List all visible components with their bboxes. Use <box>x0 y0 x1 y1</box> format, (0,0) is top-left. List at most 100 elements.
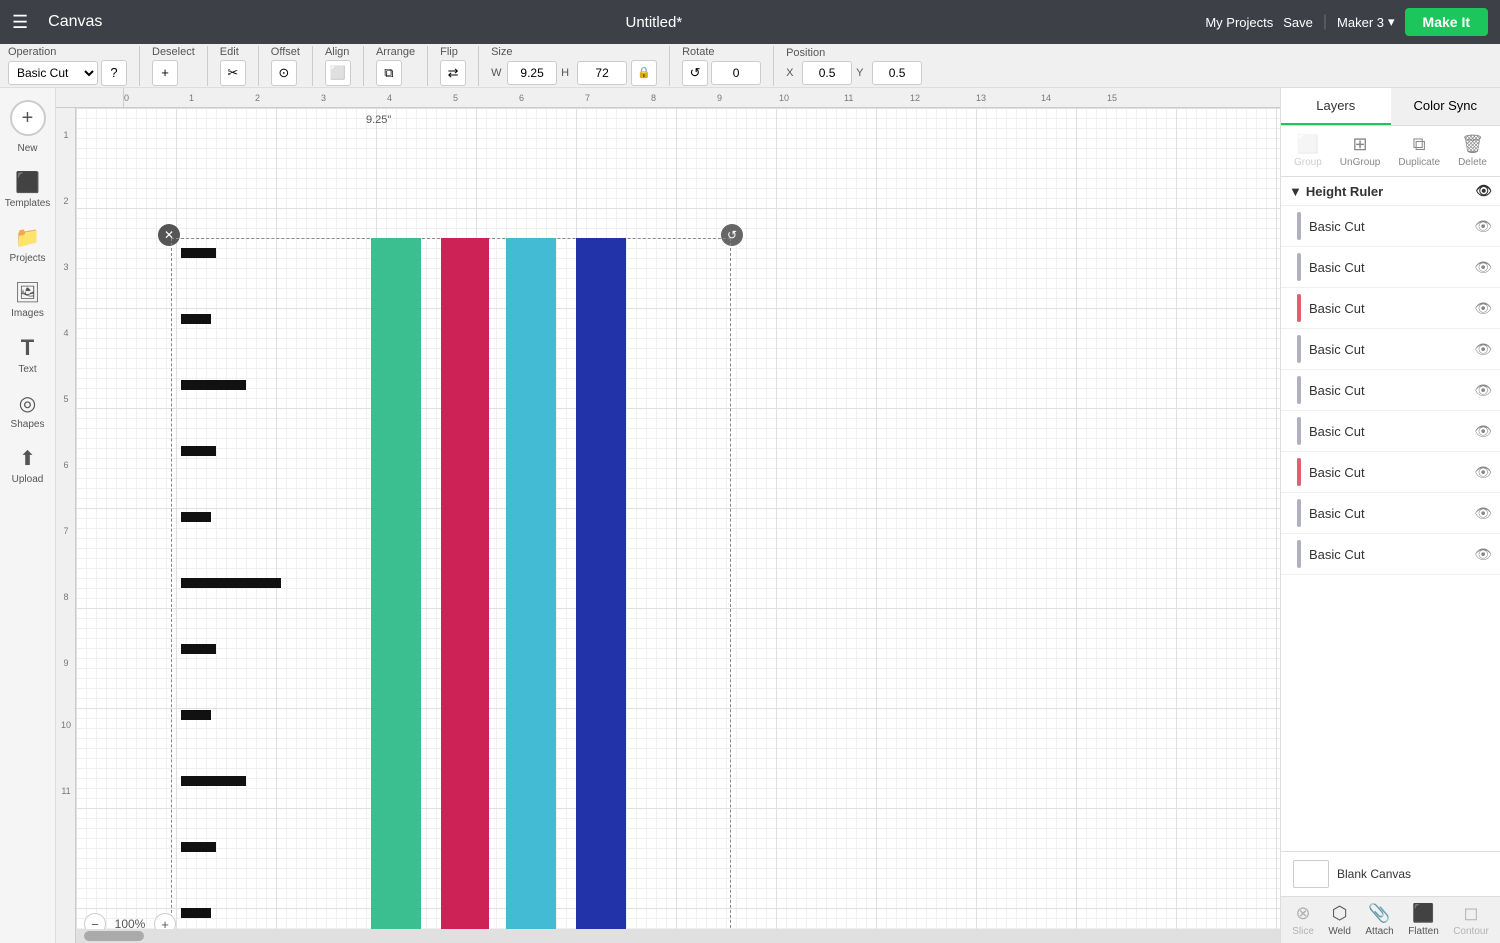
delete-action[interactable]: 🗑 Delete <box>1458 134 1487 168</box>
offset-button[interactable]: ⊙ <box>271 60 297 86</box>
operation-select[interactable]: Basic Cut <box>8 61 98 85</box>
svg-text:13: 13 <box>976 93 986 103</box>
bottom-tools: ⊗ Slice ⬡ Weld 📎 Attach ⬛ Flatten ◻ C <box>1281 896 1500 943</box>
tab-layers[interactable]: Layers <box>1281 88 1391 125</box>
sidebar-item-shapes[interactable]: ◎ Shapes <box>0 383 55 438</box>
layer-eye-7[interactable]: 👁 <box>1474 505 1492 522</box>
layer-item-1[interactable]: Basic Cut 👁 <box>1281 247 1500 288</box>
cyan-bar <box>506 238 556 943</box>
app-title: Canvas <box>48 13 102 31</box>
position-group: Position X Y <box>786 47 934 85</box>
layer-item-3[interactable]: Basic Cut 👁 <box>1281 329 1500 370</box>
operation-help-button[interactable]: ? <box>101 60 127 86</box>
attach-icon: 📎 <box>1368 903 1390 924</box>
duplicate-icon: ⧉ <box>1413 134 1426 155</box>
ruler-tick-10 <box>181 842 216 852</box>
align-label: Align <box>325 46 351 58</box>
layers-content: ▼ Height Ruler 👁 Basic Cut 👁 Basic Cut 👁… <box>1281 177 1500 851</box>
layer-name-5: Basic Cut <box>1309 424 1474 439</box>
sidebar-item-templates[interactable]: ⬛ Templates <box>0 162 55 217</box>
svg-text:1: 1 <box>63 130 68 140</box>
sidebar-item-text[interactable]: T Text <box>0 327 55 383</box>
flip-button[interactable]: ⇄ <box>440 60 466 86</box>
layer-color-7 <box>1297 499 1301 527</box>
lock-aspect-button[interactable]: 🔒 <box>631 60 657 86</box>
close-selection-button[interactable]: ✕ <box>158 224 180 246</box>
layer-item-5[interactable]: Basic Cut 👁 <box>1281 411 1500 452</box>
layer-eye-4[interactable]: 👁 <box>1474 382 1492 399</box>
layer-eye-6[interactable]: 👁 <box>1474 464 1492 481</box>
make-it-button[interactable]: Make It <box>1405 8 1488 36</box>
slice-tool[interactable]: ⊗ Slice <box>1292 903 1314 937</box>
layer-item-2[interactable]: Basic Cut 👁 <box>1281 288 1500 329</box>
group-action[interactable]: ⬜ Group <box>1294 134 1322 168</box>
layer-group-eye-icon[interactable]: 👁 <box>1475 183 1492 199</box>
ungroup-label: UnGroup <box>1340 157 1381 168</box>
svg-text:12: 12 <box>910 93 920 103</box>
ungroup-action[interactable]: ⊞ UnGroup <box>1340 134 1381 168</box>
tab-color-sync[interactable]: Color Sync <box>1391 88 1500 125</box>
ruler-tick-1 <box>181 248 216 258</box>
center-title: Untitled* <box>114 14 1193 31</box>
grid-canvas[interactable]: 9.25" ✕ ↺ <box>76 108 1280 943</box>
ruler-tick-4 <box>181 446 216 456</box>
rotate-icon-button[interactable]: ↺ <box>682 60 708 86</box>
offset-group: Offset ⊙ <box>271 46 313 86</box>
sidebar-item-projects[interactable]: 📁 Projects <box>0 217 55 272</box>
new-button[interactable]: + New <box>0 92 55 162</box>
layer-item-4[interactable]: Basic Cut 👁 <box>1281 370 1500 411</box>
size-w-input[interactable] <box>507 61 557 85</box>
hamburger-icon[interactable]: ☰ <box>12 12 28 33</box>
divider: | <box>1323 13 1327 31</box>
layer-eye-3[interactable]: 👁 <box>1474 341 1492 358</box>
size-h-input[interactable] <box>577 61 627 85</box>
sidebar-item-images[interactable]: 🖼 Images <box>0 272 55 327</box>
flatten-tool[interactable]: ⬛ Flatten <box>1408 903 1439 937</box>
layer-item-8[interactable]: Basic Cut 👁 <box>1281 534 1500 575</box>
templates-label: Templates <box>5 198 51 209</box>
slice-label: Slice <box>1292 926 1314 937</box>
layer-item-7[interactable]: Basic Cut 👁 <box>1281 493 1500 534</box>
position-y-input[interactable] <box>872 61 922 85</box>
deselect-button[interactable]: + <box>152 60 178 86</box>
panel-bottom: Blank Canvas ⊗ Slice ⬡ Weld 📎 Attach ⬛ F… <box>1281 851 1500 943</box>
rotate-handle[interactable]: ↺ <box>721 224 743 246</box>
layer-group-chevron-icon[interactable]: ▼ <box>1289 184 1302 199</box>
layer-color-3 <box>1297 335 1301 363</box>
layer-item-6[interactable]: Basic Cut 👁 <box>1281 452 1500 493</box>
delete-icon: 🗑 <box>1461 134 1484 155</box>
layer-color-8 <box>1297 540 1301 568</box>
save-button[interactable]: Save <box>1283 15 1313 30</box>
horizontal-scrollbar[interactable] <box>76 929 1280 943</box>
ruler-top-row: 0 1 2 3 4 5 6 7 8 9 10 11 12 13 14 15 <box>56 88 1280 108</box>
rotate-input[interactable] <box>711 61 761 85</box>
position-x-input[interactable] <box>802 61 852 85</box>
weld-tool[interactable]: ⬡ Weld <box>1328 903 1351 937</box>
sidebar-item-upload[interactable]: ⬆ Upload <box>0 438 55 493</box>
width-indicator: 9.25" <box>366 114 391 126</box>
edit-button[interactable]: ✂ <box>220 60 246 86</box>
layer-eye-2[interactable]: 👁 <box>1474 300 1492 317</box>
duplicate-action[interactable]: ⧉ Duplicate <box>1398 134 1440 168</box>
arrange-group: Arrange ⧉ <box>376 46 428 86</box>
layer-eye-5[interactable]: 👁 <box>1474 423 1492 440</box>
machine-select-button[interactable]: Maker 3 ▾ <box>1337 14 1395 30</box>
my-projects-button[interactable]: My Projects <box>1205 15 1273 30</box>
arrange-button[interactable]: ⧉ <box>376 60 402 86</box>
pink-bar <box>441 238 489 943</box>
layer-eye-1[interactable]: 👁 <box>1474 259 1492 276</box>
operation-label: Operation <box>8 46 127 58</box>
text-icon: T <box>21 335 34 361</box>
svg-text:11: 11 <box>61 786 70 796</box>
svg-text:1: 1 <box>189 93 194 103</box>
images-icon: 🖼 <box>15 280 40 305</box>
contour-tool[interactable]: ◻ Contour <box>1453 903 1489 937</box>
layer-eye-8[interactable]: 👁 <box>1474 546 1492 563</box>
attach-tool[interactable]: 📎 Attach <box>1365 903 1393 937</box>
layer-item-0[interactable]: Basic Cut 👁 <box>1281 206 1500 247</box>
weld-label: Weld <box>1328 926 1351 937</box>
layer-eye-0[interactable]: 👁 <box>1474 218 1492 235</box>
svg-text:7: 7 <box>63 526 68 536</box>
ruler-tick-11 <box>181 908 211 918</box>
align-button[interactable]: ⬜ <box>325 60 351 86</box>
